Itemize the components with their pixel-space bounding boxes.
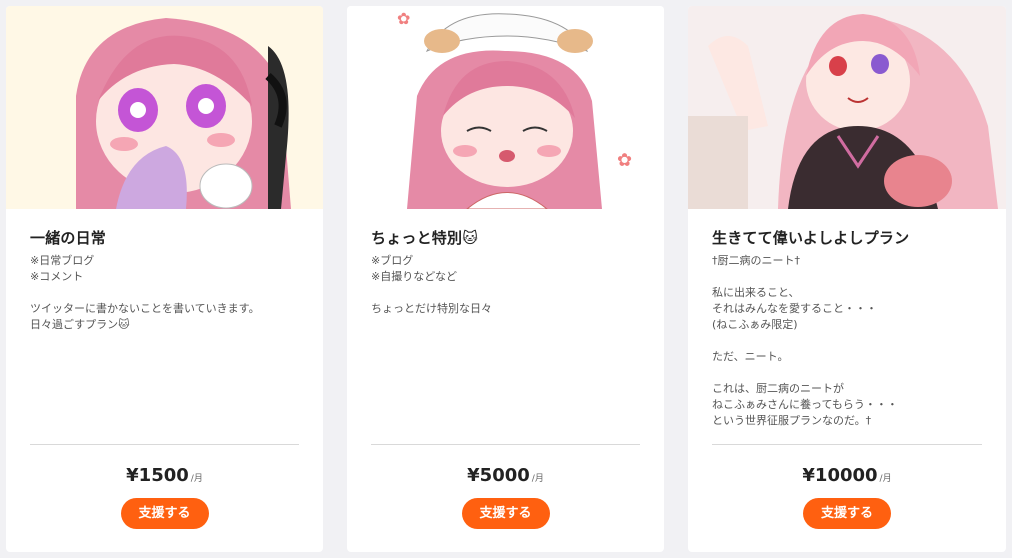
plan-thumbnail-image	[6, 6, 323, 209]
description-line: という世界征服プランなのだ。†	[712, 414, 872, 427]
plan-card: ✿ ✿ ちょっと特別🐱 ※ブログ ※自撮りなどなど ちょっとだけ特別な日々 ¥5…	[347, 6, 664, 552]
plan-title: 一緒の日常	[30, 229, 107, 247]
description-line: ツイッターに書かないことを書いていきます。	[30, 302, 260, 315]
plan-thumbnail-image	[688, 6, 1006, 209]
description-line: 日々過ごすプラン🐱	[30, 318, 130, 331]
description-line	[712, 333, 988, 349]
support-button[interactable]: 支援する	[803, 498, 891, 529]
support-button[interactable]: 支援する	[120, 498, 209, 529]
plan-card: 一緒の日常 ※日常ブログ ※コメント ツイッターに書かないことを書いていきます。…	[6, 6, 323, 552]
price-amount: ¥10000	[802, 465, 878, 486]
divider	[371, 444, 640, 445]
plan-title: 生きてて偉いよしよしプラン	[712, 229, 910, 247]
svg-text:✿: ✿	[617, 150, 632, 171]
price-amount: ¥1500	[126, 465, 189, 486]
plan-description: †厨二病のニート† 私に出来ること、 それはみんなを愛すること・・・ (ねこふぁ…	[712, 253, 988, 429]
description-line	[712, 269, 988, 285]
description-line: ※コメント	[30, 270, 84, 283]
description-line: それはみんなを愛すること・・・	[712, 302, 877, 315]
description-line	[371, 285, 646, 301]
plan-price: ¥1500/月	[6, 465, 323, 486]
support-button[interactable]: 支援する	[461, 498, 550, 529]
plan-description: ※ブログ ※自撮りなどなど ちょっとだけ特別な日々	[371, 253, 646, 317]
description-line: ねこふぁみさんに養ってもらう・・・	[712, 398, 898, 411]
plan-price: ¥10000/月	[688, 465, 1006, 486]
description-line	[30, 285, 305, 301]
description-line: (ねこふぁみ限定)	[712, 318, 798, 331]
description-line: ※日常ブログ	[30, 254, 95, 267]
description-line: †厨二病のニート†	[712, 254, 800, 267]
description-line: ただ、ニート。	[712, 350, 789, 363]
price-amount: ¥5000	[467, 465, 530, 486]
description-line: 私に出来ること、	[712, 286, 800, 299]
price-unit: /月	[879, 474, 892, 484]
plan-thumbnail-image: ✿ ✿	[347, 6, 664, 209]
description-line	[712, 365, 988, 381]
divider	[30, 444, 299, 445]
plan-card: 生きてて偉いよしよしプラン †厨二病のニート† 私に出来ること、 それはみんなを…	[688, 6, 1006, 552]
price-unit: /月	[190, 474, 203, 484]
description-line: ちょっとだけ特別な日々	[371, 302, 492, 315]
plan-price: ¥5000/月	[347, 465, 664, 486]
plan-list: 一緒の日常 ※日常ブログ ※コメント ツイッターに書かないことを書いていきます。…	[0, 0, 1012, 558]
description-line: ※自撮りなどなど	[371, 270, 457, 283]
plan-title: ちょっと特別🐱	[371, 229, 479, 247]
plan-description: ※日常ブログ ※コメント ツイッターに書かないことを書いていきます。 日々過ごす…	[30, 253, 305, 333]
divider	[712, 444, 982, 445]
price-unit: /月	[531, 474, 544, 484]
description-line: これは、厨二病のニートが	[712, 382, 844, 395]
description-line: ※ブログ	[371, 254, 414, 267]
svg-text:✿: ✿	[397, 9, 410, 28]
